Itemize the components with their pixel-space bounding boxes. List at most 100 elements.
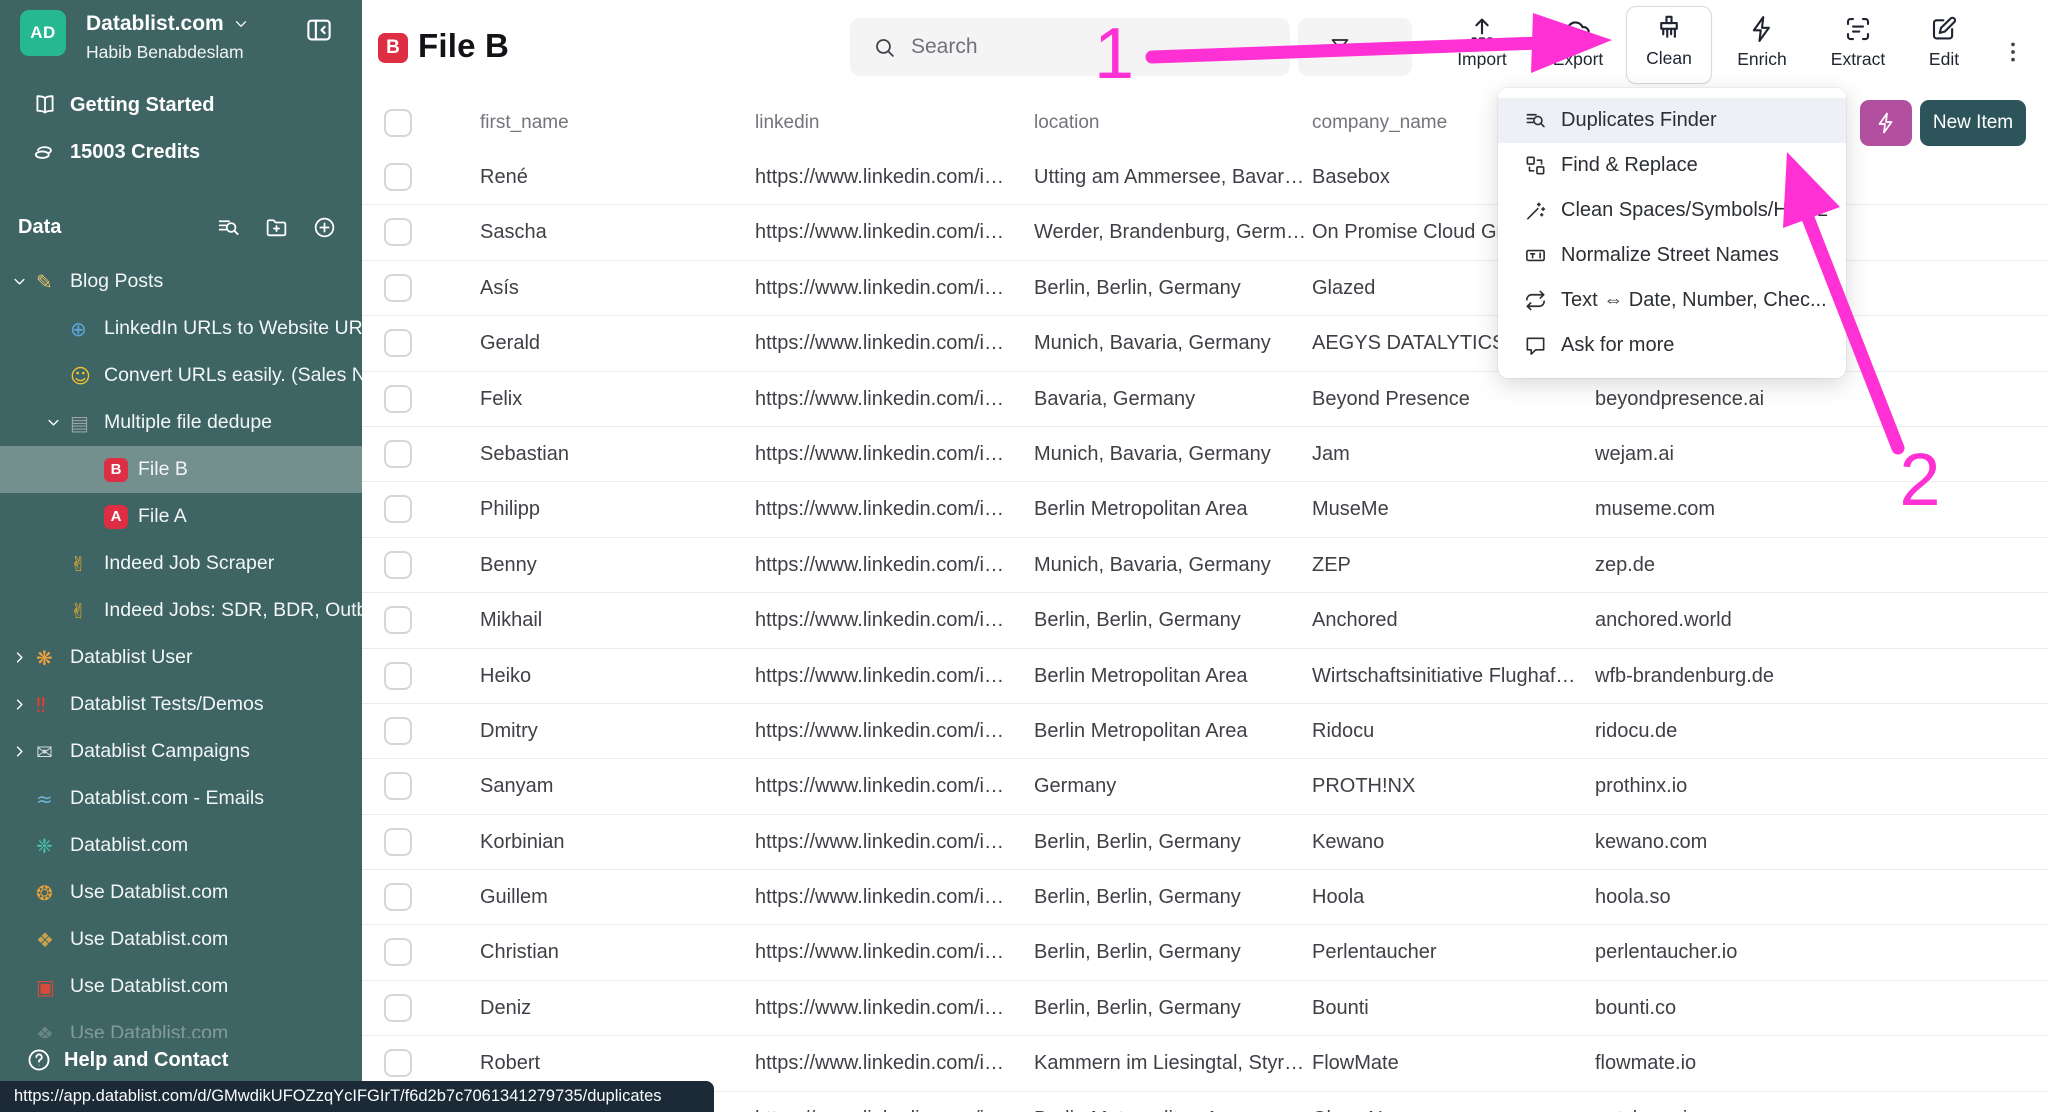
sidebar-item-credits[interactable]: 15003 Credits — [0, 133, 362, 171]
file-b-icon: B — [104, 458, 128, 482]
chevron-right-icon[interactable] — [10, 648, 36, 668]
search-input[interactable]: Search — [850, 18, 1290, 76]
chevron-right-icon[interactable] — [10, 695, 36, 715]
sidebar-item-datablist-com[interactable]: ❈Datablist.com — [0, 822, 362, 869]
cell-company_name: Wirtschaftsinitiative Flughaf… — [1312, 649, 1575, 703]
sidebar-item-use-datablist-com[interactable]: ▣Use Datablist.com — [0, 963, 362, 1010]
table-row: Guillemhttps://www.linkedin.com/i…Berlin… — [362, 870, 2048, 925]
status-url: https://app.datablist.com/d/GMwdikUFOZzq… — [14, 1087, 662, 1106]
filter-button[interactable] — [1298, 18, 1412, 76]
export-button[interactable]: Export — [1536, 8, 1620, 80]
import-button[interactable]: Import — [1440, 8, 1524, 80]
chevron-spacer — [10, 836, 36, 856]
row-checkbox[interactable] — [384, 994, 412, 1022]
avatar[interactable]: AD — [20, 10, 66, 56]
row-checkbox[interactable] — [384, 717, 412, 745]
toolbar-button-label: Edit — [1929, 49, 1959, 70]
cell-company_name: Anchored — [1312, 593, 1398, 647]
row-checkbox[interactable] — [384, 329, 412, 357]
chevron-spacer — [44, 554, 70, 574]
table-row: Felixhttps://www.linkedin.com/i…Bavaria,… — [362, 372, 2048, 427]
menu-item-clean-spaces-symbols-html[interactable]: Clean Spaces/Symbols/HTML — [1498, 188, 1846, 233]
menu-item-label: Clean Spaces/Symbols/HTML — [1561, 199, 1828, 222]
cell-website: perlentaucher.io — [1595, 925, 1737, 979]
chat-bubble-icon — [1524, 334, 1547, 357]
row-checkbox[interactable] — [384, 662, 412, 690]
sidebar-item-help[interactable]: Help and Contact — [0, 1038, 362, 1082]
menu-item-text-date-number-chec[interactable]: Text ⇔ Date, Number, Chec... — [1498, 278, 1846, 323]
sidebar-item-file-b[interactable]: BFile B — [0, 446, 362, 493]
menu-item-ask-for-more[interactable]: Ask for more — [1498, 323, 1846, 368]
column-header-company_name[interactable]: company_name — [1312, 95, 1447, 150]
extract-button[interactable]: Extract — [1816, 8, 1900, 80]
edit-button[interactable]: Edit — [1902, 8, 1986, 80]
menu-item-find-replace[interactable]: Find & Replace — [1498, 143, 1846, 188]
sidebar-item-label: Datablist User — [70, 646, 192, 669]
file-b-badge-icon: B — [378, 33, 408, 63]
row-checkbox[interactable] — [384, 440, 412, 468]
clean-button[interactable]: Clean — [1626, 6, 1712, 84]
cell-website: zep.de — [1595, 538, 1655, 592]
cell-location: Bavaria, Germany — [1034, 372, 1195, 426]
sidebar-item-label: LinkedIn URLs to Website URL — [104, 317, 362, 340]
row-checkbox[interactable] — [384, 385, 412, 413]
cell-company_name: On Promise Cloud Gr — [1312, 205, 1503, 259]
help-circle-icon — [26, 1047, 52, 1073]
more-options-icon[interactable] — [2000, 32, 2026, 72]
sidebar-item-convert-urls-easily-sales-na[interactable]: ☺Convert URLs easily. (Sales Na — [0, 352, 362, 399]
menu-item-normalize-street-names[interactable]: Normalize Street Names — [1498, 233, 1846, 278]
row-checkbox[interactable] — [384, 606, 412, 634]
cell-location: Germany — [1034, 759, 1116, 813]
cell-website: getclaro.ai — [1595, 1092, 1687, 1112]
chevron-down-icon[interactable] — [44, 413, 70, 433]
sidebar-item-label: Use Datablist.com — [70, 881, 228, 904]
cell-first_name: Asís — [480, 261, 519, 315]
row-checkbox[interactable] — [384, 938, 412, 966]
row-checkbox[interactable] — [384, 163, 412, 191]
column-header-location[interactable]: location — [1034, 95, 1100, 150]
sidebar-item-datablist-tests-demos[interactable]: ‼Datablist Tests/Demos — [0, 681, 362, 728]
row-checkbox[interactable] — [384, 495, 412, 523]
search-list-icon[interactable] — [216, 215, 241, 240]
menu-item-duplicates-finder[interactable]: Duplicates Finder — [1498, 98, 1846, 143]
chevron-down-icon — [1364, 38, 1382, 56]
enrich-button[interactable]: Enrich — [1720, 8, 1804, 80]
chevron-down-icon — [10, 272, 29, 291]
sidebar-item-multiple-file-dedupe[interactable]: ▤Multiple file dedupe — [0, 399, 362, 446]
sidebar-item-blog-posts[interactable]: ✎Blog Posts — [0, 258, 362, 305]
user-name: Habib Benabdeslam — [86, 42, 244, 63]
workspace-name[interactable]: Datablist.com — [86, 12, 250, 36]
row-checkbox[interactable] — [384, 551, 412, 579]
sidebar-item-indeed-job-scraper[interactable]: ✌Indeed Job Scraper — [0, 540, 362, 587]
cell-location: Munich, Bavaria, Germany — [1034, 316, 1271, 370]
cell-linkedin: https://www.linkedin.com/i… — [755, 759, 1004, 813]
cell-company_name: Glazed — [1312, 261, 1375, 315]
sidebar-item-linkedin-urls-to-website-url[interactable]: ⊕LinkedIn URLs to Website URL — [0, 305, 362, 352]
table-row: Philipphttps://www.linkedin.com/i…Berlin… — [362, 482, 2048, 537]
column-header-linkedin[interactable]: linkedin — [755, 95, 819, 150]
sidebar-item-indeed-jobs-sdr-bdr-outbo[interactable]: ✌Indeed Jobs: SDR, BDR, Outbo — [0, 587, 362, 634]
sidebar-item-getting-started[interactable]: Getting Started — [0, 86, 362, 124]
plus-circle-icon[interactable] — [312, 215, 337, 240]
sidebar-item-file-a[interactable]: AFile A — [0, 493, 362, 540]
chevron-down-icon[interactable] — [10, 272, 36, 292]
sidebar-item-datablist-com-emails[interactable]: ≈Datablist.com - Emails — [0, 775, 362, 822]
chevron-spacer — [10, 930, 36, 950]
folder-plus-icon[interactable] — [264, 215, 289, 240]
sidebar-item-label: Convert URLs easily. (Sales Na — [104, 364, 362, 387]
row-checkbox[interactable] — [384, 828, 412, 856]
select-all-checkbox[interactable] — [384, 109, 412, 137]
chevron-right-icon[interactable] — [10, 742, 36, 762]
row-checkbox[interactable] — [384, 218, 412, 246]
collapse-sidebar-icon[interactable] — [304, 15, 334, 45]
row-checkbox[interactable] — [384, 274, 412, 302]
sidebar-item-datablist-user[interactable]: ❋Datablist User — [0, 634, 362, 681]
row-checkbox[interactable] — [384, 883, 412, 911]
column-header-first_name[interactable]: first_name — [480, 95, 569, 150]
sidebar-item-use-datablist-com[interactable]: ❂Use Datablist.com — [0, 869, 362, 916]
row-checkbox[interactable] — [384, 772, 412, 800]
sidebar-item-use-datablist-com[interactable]: ❖Use Datablist.com — [0, 916, 362, 963]
sidebar-item-datablist-campaigns[interactable]: ✉Datablist Campaigns — [0, 728, 362, 775]
row-checkbox[interactable] — [384, 1049, 412, 1077]
cell-linkedin: https://www.linkedin.com/i… — [755, 981, 1004, 1035]
